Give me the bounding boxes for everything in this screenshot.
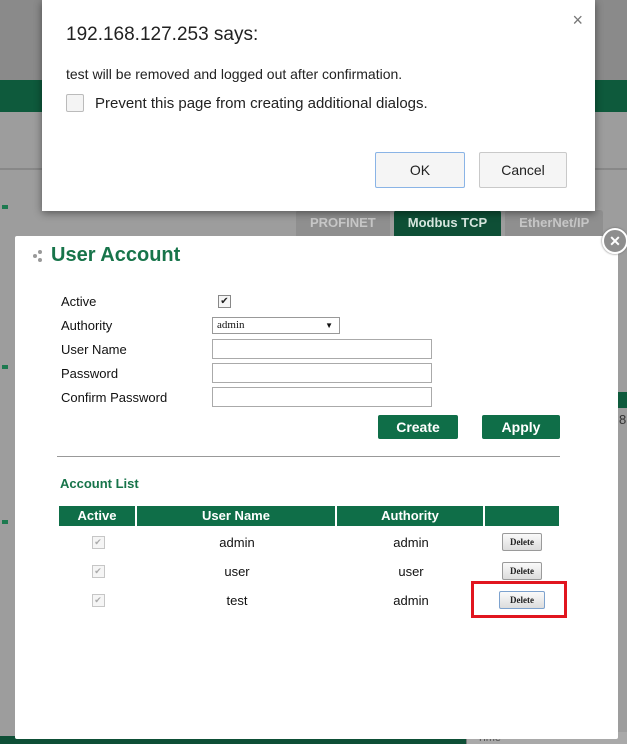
authority-label: Authority bbox=[61, 318, 113, 333]
background-side-text: 8 bbox=[619, 412, 627, 427]
divider bbox=[57, 456, 560, 457]
cancel-button[interactable]: Cancel bbox=[479, 152, 567, 188]
header-authority: Authority bbox=[337, 506, 485, 526]
active-checkbox[interactable]: ✔ bbox=[218, 295, 231, 308]
active-label: Active bbox=[61, 294, 97, 309]
authority-select-value: admin bbox=[217, 319, 245, 331]
alert-message: test will be removed and logged out afte… bbox=[66, 66, 403, 82]
tab-ethernet-ip: EtherNet/IP bbox=[505, 210, 604, 236]
dots-icon bbox=[33, 249, 47, 262]
alert-title: 192.168.127.253 says: bbox=[66, 24, 259, 45]
row-active-checkbox: ✔ bbox=[91, 564, 105, 578]
close-icon[interactable]: ✕ bbox=[602, 228, 627, 254]
background-marker bbox=[2, 205, 8, 209]
alert-dialog: 192.168.127.253 says: × test will be rem… bbox=[42, 0, 595, 211]
background-marker bbox=[2, 520, 8, 524]
table-row: ✔ user user Delete bbox=[59, 560, 559, 582]
table-row: ✔ admin admin Delete bbox=[59, 531, 559, 553]
row-user-name: user bbox=[224, 563, 250, 579]
user-account-modal: User Account Active ✔ Authority admin ▼ … bbox=[15, 236, 618, 739]
row-authority: user bbox=[398, 563, 424, 579]
tab-modbus-tcp: Modbus TCP bbox=[393, 210, 502, 236]
password-label: Password bbox=[61, 366, 119, 381]
row-authority: admin bbox=[393, 534, 429, 550]
prevent-dialogs-label: Prevent this page from creating addition… bbox=[95, 94, 428, 112]
tab-profinet: PROFINET bbox=[296, 210, 390, 236]
modal-title: User Account bbox=[51, 244, 181, 266]
confirm-password-input[interactable] bbox=[212, 387, 432, 407]
modal-header: User Account bbox=[33, 244, 180, 267]
row-user-name: admin bbox=[219, 534, 255, 550]
delete-button[interactable]: Delete bbox=[502, 562, 542, 580]
close-icon[interactable]: × bbox=[572, 10, 583, 31]
dropdown-arrow-icon: ▼ bbox=[325, 321, 333, 330]
authority-select[interactable]: admin ▼ bbox=[212, 317, 340, 334]
account-list-title: Account List bbox=[60, 476, 139, 491]
row-authority: admin bbox=[393, 592, 429, 608]
background-marker bbox=[2, 365, 8, 369]
password-input[interactable] bbox=[212, 363, 432, 383]
row-active-checkbox: ✔ bbox=[91, 535, 105, 549]
delete-button[interactable]: Delete bbox=[502, 533, 542, 551]
background-protocol-tabs: PROFINET Modbus TCP EtherNet/IP bbox=[296, 210, 604, 236]
create-button[interactable]: Create bbox=[378, 415, 458, 439]
username-input[interactable] bbox=[212, 339, 432, 359]
account-table-header: Active User Name Authority bbox=[59, 506, 559, 526]
header-user-name: User Name bbox=[137, 506, 337, 526]
header-active: Active bbox=[59, 506, 137, 526]
username-label: User Name bbox=[61, 342, 127, 357]
apply-button[interactable]: Apply bbox=[482, 415, 560, 439]
confirm-password-label: Confirm Password bbox=[61, 390, 168, 405]
header-action bbox=[485, 506, 559, 526]
background-green-line bbox=[617, 392, 627, 408]
highlight-box bbox=[471, 581, 567, 618]
row-user-name: test bbox=[226, 592, 248, 608]
prevent-dialogs-checkbox[interactable]: Prevent this page from creating addition… bbox=[66, 94, 428, 112]
row-active-checkbox: ✔ bbox=[91, 593, 105, 607]
checkbox-box[interactable] bbox=[66, 94, 84, 112]
ok-button[interactable]: OK bbox=[375, 152, 465, 188]
